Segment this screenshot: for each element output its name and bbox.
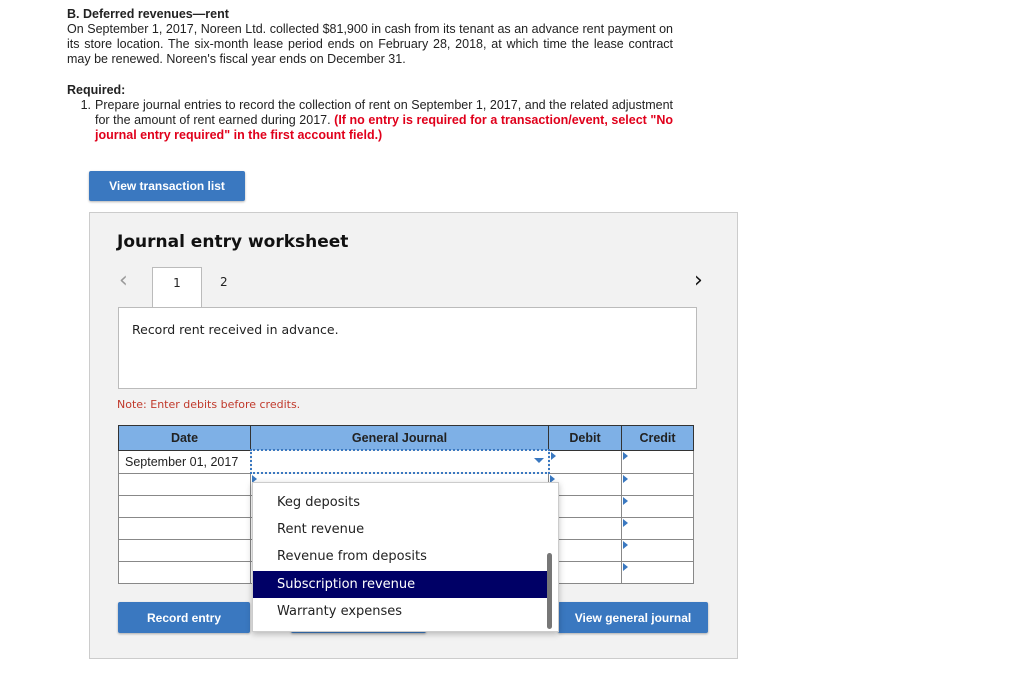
date-cell[interactable]	[118, 539, 251, 562]
date-cell[interactable]	[118, 517, 251, 540]
option-warranty-expenses[interactable]: Warranty expenses	[253, 598, 547, 625]
tab-1[interactable]: 1	[152, 267, 202, 308]
debit-input[interactable]	[548, 539, 622, 562]
option-revenue-from-deposits[interactable]: Revenue from deposits	[253, 543, 547, 570]
view-transaction-list-button[interactable]: View transaction list	[89, 171, 245, 201]
required-label: Required:	[67, 83, 126, 97]
date-cell[interactable]: September 01, 2017	[118, 449, 251, 474]
required-section: Required: 1. Prepare journal entries to …	[67, 83, 673, 143]
credit-input[interactable]	[621, 472, 694, 496]
option-keg-deposits[interactable]: Keg deposits	[253, 489, 547, 516]
option-rent-revenue[interactable]: Rent revenue	[253, 516, 547, 543]
credit-input[interactable]	[621, 561, 694, 584]
header-debit: Debit	[548, 425, 622, 451]
debit-input[interactable]	[548, 472, 622, 496]
view-general-journal-button[interactable]: View general journal	[558, 602, 708, 633]
date-cell[interactable]	[118, 495, 251, 518]
table-header: Date General Journal Debit Credit	[118, 425, 694, 451]
account-select[interactable]	[249, 449, 550, 474]
debit-input[interactable]	[548, 449, 622, 474]
problem-title: B. Deferred revenues—rent	[67, 7, 229, 21]
chevron-right-icon[interactable]: ›	[694, 268, 703, 293]
marker-icon	[550, 451, 556, 460]
problem-body: On September 1, 2017, Noreen Ltd. collec…	[67, 22, 673, 66]
credit-input[interactable]	[621, 539, 694, 562]
marker-icon	[623, 451, 628, 460]
record-entry-button[interactable]: Record entry	[118, 602, 250, 633]
account-dropdown-list[interactable]: Keg deposits Rent revenue Revenue from d…	[252, 482, 559, 632]
credit-input[interactable]	[621, 495, 694, 518]
marker-icon	[623, 519, 628, 527]
header-credit: Credit	[621, 425, 694, 451]
item-number: 1.	[80, 98, 91, 112]
credit-input[interactable]	[621, 449, 694, 474]
dropdown-arrow-icon[interactable]	[533, 458, 544, 463]
marker-icon	[623, 541, 628, 549]
entry-description: Record rent received in advance.	[118, 307, 697, 389]
debit-input[interactable]	[548, 495, 622, 518]
chevron-left-icon[interactable]: ‹	[119, 268, 128, 293]
header-date: Date	[118, 425, 251, 451]
worksheet-title: Journal entry worksheet	[117, 232, 349, 252]
dropdown-scrollbar[interactable]	[547, 553, 552, 629]
date-cell[interactable]	[118, 561, 251, 584]
debit-input[interactable]	[548, 517, 622, 540]
tab-2[interactable]: 2	[220, 267, 228, 297]
credit-input[interactable]	[621, 517, 694, 540]
option-subscription-revenue[interactable]: Subscription revenue	[253, 571, 547, 598]
debit-input[interactable]	[548, 561, 622, 584]
note-text: Note: Enter debits before credits.	[117, 398, 301, 411]
marker-icon	[623, 474, 628, 483]
problem-statement: B. Deferred revenues—rent On September 1…	[67, 7, 673, 67]
marker-icon	[623, 497, 628, 505]
table-row: September 01, 2017	[118, 449, 694, 474]
date-cell[interactable]	[118, 472, 251, 496]
marker-icon	[623, 563, 628, 571]
header-general-journal: General Journal	[250, 425, 549, 451]
